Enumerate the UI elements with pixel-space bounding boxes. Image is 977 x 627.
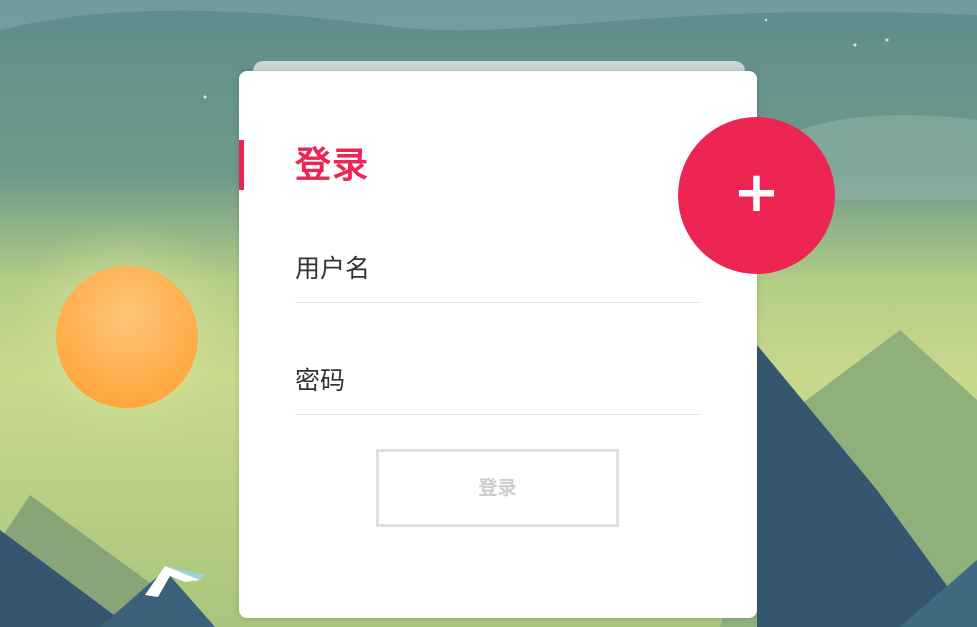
username-input[interactable] [295,241,704,304]
login-button[interactable]: 登录 [376,449,619,527]
register-toggle-button[interactable]: + [678,117,835,274]
password-input[interactable] [295,353,704,416]
username-field[interactable]: 用户名 [295,241,704,304]
password-field[interactable]: 密码 [295,353,704,416]
plus-icon: + [733,160,780,225]
login-title: 登录 [295,145,370,186]
title-accent-bar [239,140,244,190]
login-card: 登录 用户名 密码 登录 [239,71,757,618]
